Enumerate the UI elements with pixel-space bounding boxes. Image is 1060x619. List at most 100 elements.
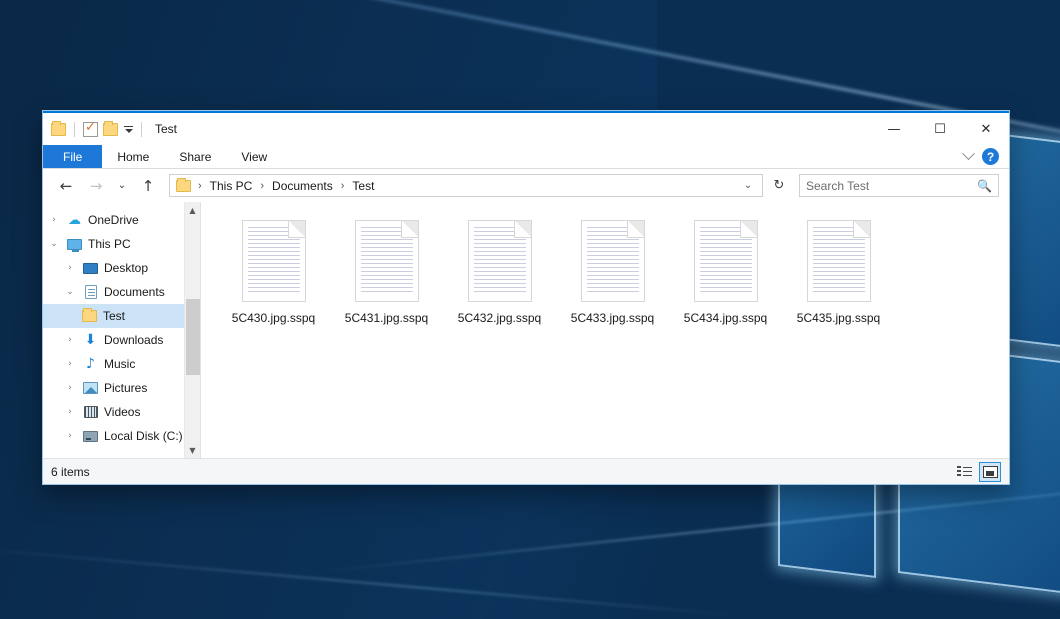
window-body: › ☁ OneDrive ⌄ This PC › Desktop ⌄ — [43, 202, 1009, 458]
desktop-icon — [82, 263, 99, 274]
sidebar-item-music[interactable]: › ♪ Music — [43, 352, 200, 376]
sidebar-item-documents[interactable]: ⌄ Documents — [43, 280, 200, 304]
sidebar-item-test[interactable]: Test — [43, 304, 200, 328]
expander-icon[interactable]: › — [47, 215, 61, 225]
file-name-label: 5C431.jpg.sspq — [345, 311, 428, 325]
sidebar-item-downloads[interactable]: › ⬇ Downloads — [43, 328, 200, 352]
folder-icon — [81, 310, 98, 322]
details-view-button[interactable] — [953, 462, 975, 482]
sidebar-item-label: Pictures — [104, 381, 147, 395]
properties-checkbox-icon[interactable] — [83, 122, 98, 137]
chevron-down-icon[interactable] — [123, 126, 133, 133]
sidebar-item-label: Test — [103, 309, 125, 323]
sidebar-item-onedrive[interactable]: › ☁ OneDrive — [43, 208, 200, 232]
downloads-icon: ⬇ — [82, 333, 99, 347]
desktop: Test — ☐ ✕ File Home Share View ? ← → ⌄ … — [0, 0, 1060, 619]
refresh-icon[interactable]: ↻ — [767, 174, 791, 197]
expander-icon[interactable]: › — [63, 263, 77, 273]
breadcrumb-item-this-pc[interactable]: This PC — [207, 179, 256, 193]
breadcrumb-item-test[interactable]: Test — [349, 179, 377, 193]
toolbar-separator — [74, 122, 75, 137]
list-item[interactable]: 5C433.jpg.sspq — [556, 216, 669, 340]
expander-icon[interactable]: › — [63, 383, 77, 393]
file-icon-fold — [853, 221, 870, 238]
sidebar-item-videos[interactable]: › Videos — [43, 400, 200, 424]
expander-icon[interactable]: › — [63, 431, 77, 441]
tab-file[interactable]: File — [43, 145, 102, 168]
title-bar[interactable]: Test — ☐ ✕ — [43, 113, 1009, 145]
generic-file-icon — [694, 220, 758, 302]
forward-button: → — [83, 174, 109, 198]
scrollbar-thumb[interactable] — [186, 299, 200, 375]
details-view-icon — [957, 466, 972, 478]
generic-file-icon — [355, 220, 419, 302]
back-button[interactable]: ← — [53, 174, 79, 198]
navigation-scrollbar[interactable]: ▲ ▼ — [184, 202, 200, 458]
file-list[interactable]: 5C430.jpg.sspq 5C431.jpg.sspq — [201, 202, 1009, 458]
breadcrumb-item-documents[interactable]: Documents — [269, 179, 336, 193]
sidebar-item-label: Local Disk (C:) — [104, 429, 183, 443]
sidebar-item-label: Documents — [104, 285, 165, 299]
file-icon-fold — [401, 221, 418, 238]
list-item[interactable]: 5C434.jpg.sspq — [669, 216, 782, 340]
new-folder-icon[interactable] — [103, 123, 118, 136]
list-item[interactable]: 5C435.jpg.sspq — [782, 216, 895, 340]
search-box[interactable]: 🔍 — [799, 174, 999, 197]
search-input[interactable] — [806, 179, 977, 193]
expander-icon[interactable]: › — [63, 335, 77, 345]
expander-icon[interactable]: ⌄ — [47, 239, 61, 249]
close-button[interactable]: ✕ — [963, 113, 1009, 145]
large-icons-view-icon — [983, 466, 998, 478]
folder-icon[interactable] — [51, 123, 66, 136]
sidebar-item-label: This PC — [88, 237, 131, 251]
tab-view[interactable]: View — [226, 145, 282, 168]
search-icon[interactable]: 🔍 — [977, 179, 992, 193]
sidebar-item-label: Downloads — [104, 333, 163, 347]
videos-icon — [82, 406, 99, 418]
large-icons-view-button[interactable] — [979, 462, 1001, 482]
maximize-button[interactable]: ☐ — [917, 113, 963, 145]
documents-icon — [82, 285, 99, 299]
file-icon-fold — [627, 221, 644, 238]
item-count-label: 6 items — [51, 465, 90, 479]
folder-icon — [176, 180, 191, 192]
sidebar-item-label: Music — [104, 357, 135, 371]
chevron-down-icon[interactable]: ⌄ — [738, 180, 758, 191]
generic-file-icon — [581, 220, 645, 302]
caret-triangle — [125, 129, 133, 133]
expander-icon[interactable]: ⌄ — [63, 287, 77, 297]
recent-locations-button[interactable]: ⌄ — [113, 174, 131, 198]
quick-access-toolbar[interactable] — [51, 122, 145, 137]
list-item[interactable]: 5C430.jpg.sspq — [217, 216, 330, 340]
window-title: Test — [155, 122, 177, 136]
breadcrumb[interactable]: › This PC › Documents › Test ⌄ — [169, 174, 763, 197]
sidebar-item-this-pc[interactable]: ⌄ This PC — [43, 232, 200, 256]
minimize-button[interactable]: — — [871, 113, 917, 145]
status-bar: 6 items — [43, 458, 1009, 484]
sidebar-item-desktop[interactable]: › Desktop — [43, 256, 200, 280]
generic-file-icon — [468, 220, 532, 302]
list-item[interactable]: 5C431.jpg.sspq — [330, 216, 443, 340]
list-item[interactable]: 5C432.jpg.sspq — [443, 216, 556, 340]
up-button[interactable]: ↑ — [135, 174, 161, 198]
chevron-down-icon[interactable] — [962, 147, 975, 160]
help-icon[interactable]: ? — [982, 148, 999, 165]
tab-home[interactable]: Home — [102, 145, 164, 168]
expander-icon[interactable]: › — [63, 407, 77, 417]
sidebar-item-local-disk[interactable]: › Local Disk (C:) — [43, 424, 200, 448]
scroll-down-icon[interactable]: ▼ — [185, 442, 201, 458]
file-icon-fold — [288, 221, 305, 238]
window-controls: — ☐ ✕ — [871, 113, 1009, 145]
scrollbar-track[interactable] — [185, 218, 201, 442]
scroll-up-icon[interactable]: ▲ — [185, 202, 201, 218]
file-name-label: 5C435.jpg.sspq — [797, 311, 880, 325]
file-explorer-window: Test — ☐ ✕ File Home Share View ? ← → ⌄ … — [42, 110, 1010, 485]
expander-icon[interactable]: › — [63, 359, 77, 369]
generic-file-icon — [242, 220, 306, 302]
sidebar-item-label: Desktop — [104, 261, 148, 275]
sidebar-item-label: Videos — [104, 405, 140, 419]
tab-share[interactable]: Share — [164, 145, 226, 168]
view-mode-buttons — [953, 462, 1001, 482]
sidebar-item-pictures[interactable]: › Pictures — [43, 376, 200, 400]
disk-icon — [82, 431, 99, 442]
